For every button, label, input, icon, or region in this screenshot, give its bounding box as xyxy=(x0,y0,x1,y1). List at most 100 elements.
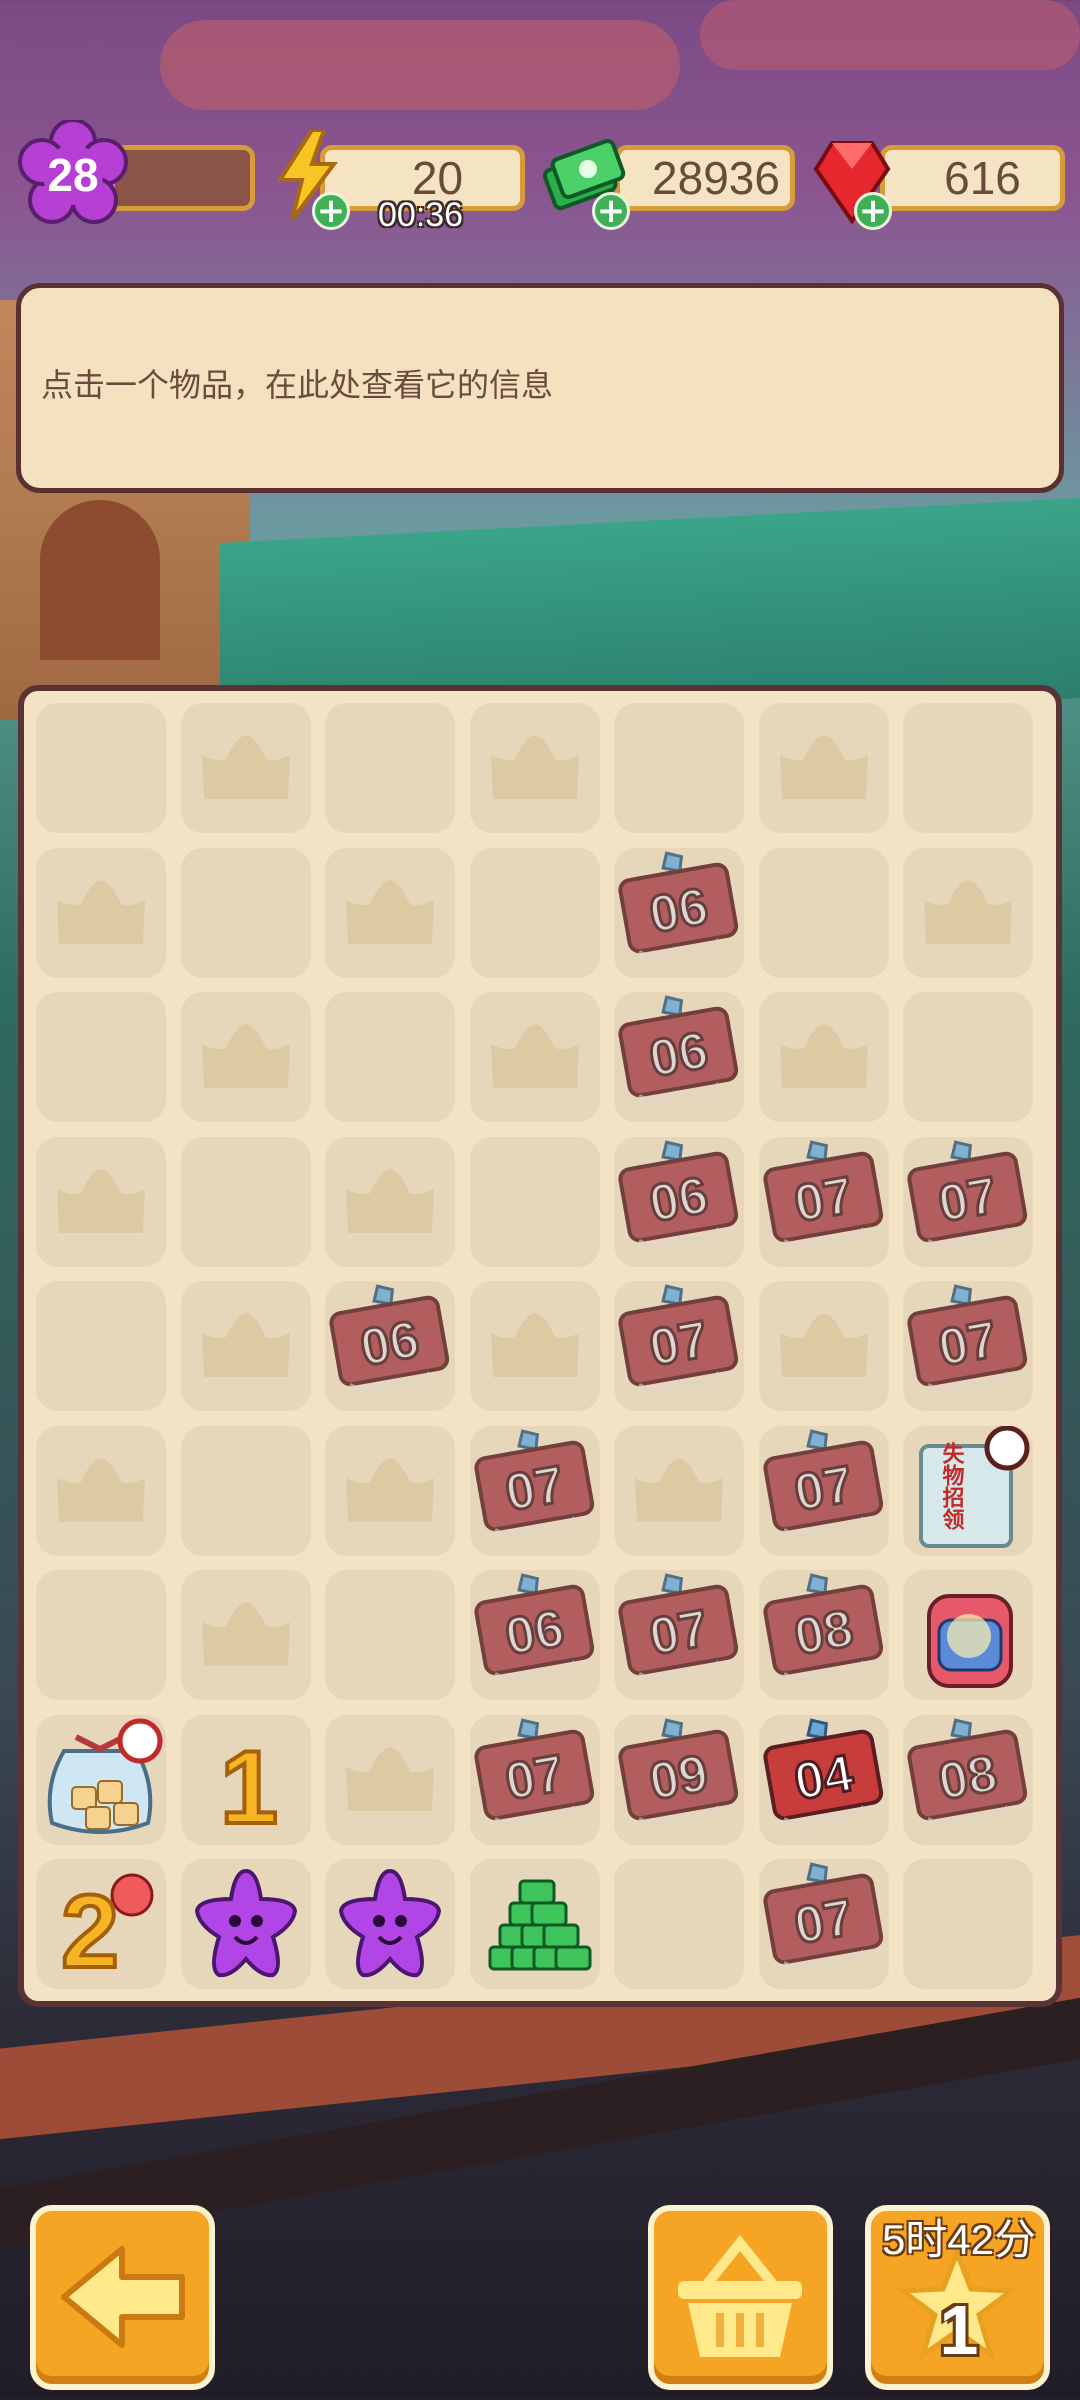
board-cell[interactable] xyxy=(758,847,889,978)
board-cell[interactable]: 07 xyxy=(469,1714,600,1845)
crown-placeholder-icon xyxy=(346,1457,434,1522)
board-cell[interactable] xyxy=(614,1425,744,1556)
board-cell[interactable] xyxy=(469,1281,600,1411)
svg-text:08: 08 xyxy=(790,1599,857,1666)
ticket-item-icon: 06 xyxy=(618,995,739,1103)
crown-placeholder-icon xyxy=(346,1746,434,1811)
board-cell[interactable] xyxy=(469,992,600,1122)
back-button[interactable] xyxy=(30,2205,215,2390)
board-cell[interactable] xyxy=(325,1425,455,1556)
board-cell[interactable] xyxy=(903,1570,1033,1700)
level-number: 28 xyxy=(47,149,99,201)
number-two-balloon-icon: 2 xyxy=(59,1872,154,1989)
crown-placeholder-icon xyxy=(490,735,579,799)
ticket-item-icon: 09 xyxy=(618,1717,739,1825)
item-info-panel: 点击一个物品，在此处查看它的信息 xyxy=(16,283,1064,493)
board-cell[interactable] xyxy=(180,703,311,833)
cash-counter[interactable]: 28936 xyxy=(615,145,795,211)
board-cell[interactable] xyxy=(180,847,311,978)
board-cell[interactable]: 06 xyxy=(614,847,744,978)
board-cell[interactable] xyxy=(325,1136,455,1267)
board-cell[interactable] xyxy=(180,1281,311,1411)
board-cell[interactable]: 06 xyxy=(325,1281,455,1411)
sugar-bag-icon xyxy=(47,1718,163,1834)
board-cell[interactable]: 06 xyxy=(614,992,744,1122)
board-cell[interactable] xyxy=(758,703,889,833)
board-cell[interactable]: 07 xyxy=(903,1136,1033,1267)
board-cell[interactable]: 失物招领 xyxy=(903,1425,1033,1556)
svg-text:07: 07 xyxy=(790,1888,857,1955)
board-cell[interactable] xyxy=(469,1859,600,1989)
add-gem-button[interactable]: + xyxy=(854,192,892,230)
merge-board[interactable]: 06 06 06 07 07 06 07 07 07 07 失物招领 06 07 08 1 07 09 04 08 2… xyxy=(18,685,1062,2007)
board-cell[interactable] xyxy=(325,847,455,978)
board-cell[interactable] xyxy=(903,703,1033,833)
ticket-item-icon: 07 xyxy=(618,1284,739,1392)
board-cell[interactable]: 07 xyxy=(469,1425,600,1556)
board-cell[interactable] xyxy=(180,1136,311,1267)
add-cash-button[interactable]: + xyxy=(592,192,630,230)
board-cell[interactable]: 07 xyxy=(614,1570,744,1700)
energy-timer: 00:36 xyxy=(378,196,464,234)
board-cell[interactable] xyxy=(903,992,1033,1122)
crown-placeholder-icon xyxy=(924,879,1012,944)
board-cell[interactable]: 09 xyxy=(614,1714,744,1845)
board-cell[interactable] xyxy=(180,1570,311,1700)
board-cell[interactable]: 07 xyxy=(758,1425,889,1556)
background-cloud xyxy=(160,20,680,110)
board-cell[interactable] xyxy=(36,1425,166,1556)
board-cell[interactable] xyxy=(469,1136,600,1267)
ticket-item-icon: 07 xyxy=(473,1717,594,1825)
board-cell[interactable] xyxy=(469,847,600,978)
board-cell[interactable] xyxy=(614,1859,744,1989)
board-cell[interactable] xyxy=(36,703,166,833)
add-energy-button[interactable]: + xyxy=(312,192,350,230)
board-cell[interactable]: 06 xyxy=(469,1570,600,1700)
board-cell[interactable]: 2 xyxy=(36,1859,166,1989)
board-cell[interactable] xyxy=(903,1859,1033,1989)
gem-value: 616 xyxy=(944,152,1021,204)
crown-placeholder-icon xyxy=(57,1457,145,1522)
board-cell[interactable]: 08 xyxy=(758,1570,889,1700)
board-cell[interactable] xyxy=(180,992,311,1122)
svg-text:07: 07 xyxy=(934,1310,1001,1377)
ticket-item-icon: 06 xyxy=(618,850,739,958)
board-cell[interactable] xyxy=(325,1570,455,1700)
gem-counter[interactable]: 616 xyxy=(880,145,1065,211)
board-cell[interactable] xyxy=(180,1859,311,1989)
crown-placeholder-icon xyxy=(779,735,868,799)
board-cell[interactable] xyxy=(903,847,1033,978)
board-cell[interactable] xyxy=(758,992,889,1122)
svg-text:1: 1 xyxy=(220,1730,278,1845)
board-cell[interactable]: 07 xyxy=(614,1281,744,1411)
ticket-item-icon: 06 xyxy=(618,1139,739,1247)
board-cell[interactable]: 04 xyxy=(758,1714,889,1845)
board-cell[interactable] xyxy=(36,1570,166,1700)
board-cell[interactable] xyxy=(180,1425,311,1556)
board-cell[interactable] xyxy=(36,847,166,978)
svg-text:04: 04 xyxy=(790,1744,857,1811)
board-cell[interactable]: 07 xyxy=(903,1281,1033,1411)
board-cell[interactable] xyxy=(36,1281,166,1411)
board-cell[interactable] xyxy=(36,1714,166,1845)
board-cell[interactable]: 08 xyxy=(903,1714,1033,1845)
crown-placeholder-icon xyxy=(201,735,290,799)
board-cell[interactable] xyxy=(325,1859,455,1989)
board-cell[interactable] xyxy=(469,703,600,833)
board-cell[interactable] xyxy=(758,1281,889,1411)
item-info-text: 点击一个物品，在此处查看它的信息 xyxy=(41,366,554,404)
board-cell[interactable]: 1 xyxy=(180,1714,311,1845)
board-cell[interactable] xyxy=(325,992,455,1122)
ticket-item-icon: 08 xyxy=(762,1573,883,1681)
basket-button[interactable] xyxy=(648,2205,833,2390)
ticket-item-icon: 04 xyxy=(762,1717,883,1825)
ticket-item-icon: 07 xyxy=(907,1139,1028,1247)
board-cell[interactable] xyxy=(325,703,455,833)
board-cell[interactable] xyxy=(614,703,744,833)
board-cell[interactable] xyxy=(36,992,166,1122)
board-cell[interactable]: 07 xyxy=(758,1859,889,1989)
board-cell[interactable]: 06 xyxy=(614,1136,744,1267)
board-cell[interactable] xyxy=(325,1714,455,1845)
board-cell[interactable]: 07 xyxy=(758,1136,889,1267)
board-cell[interactable] xyxy=(36,1136,166,1267)
